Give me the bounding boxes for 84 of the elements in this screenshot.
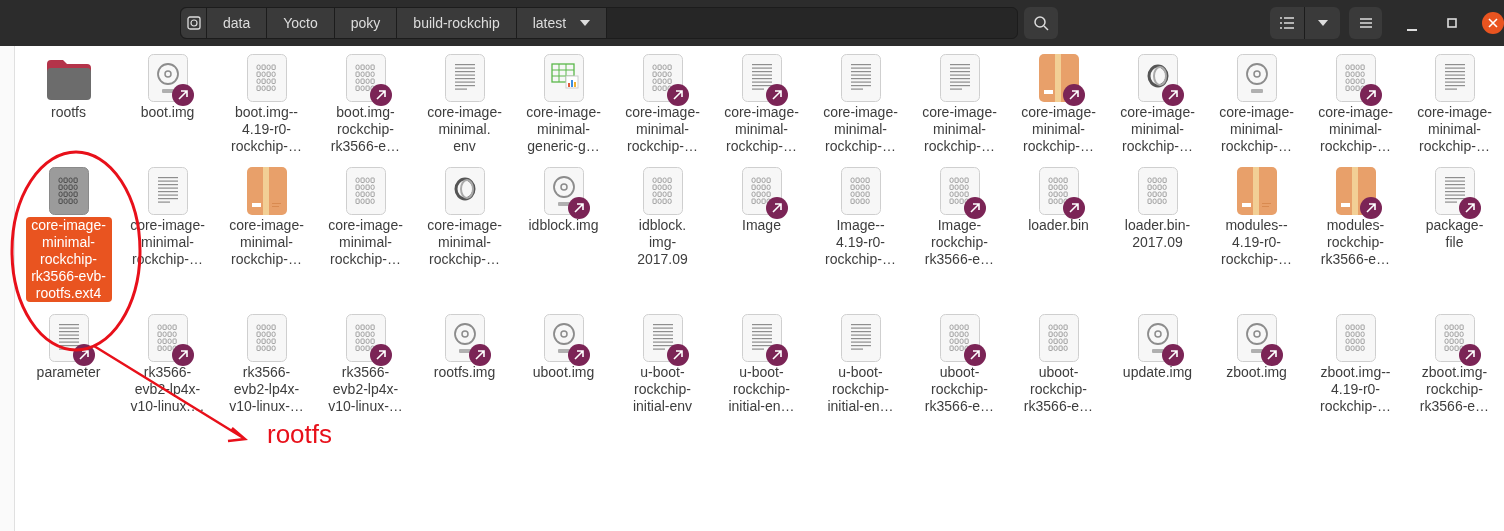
binary-file-icon bbox=[48, 167, 89, 215]
maximize-icon bbox=[1447, 18, 1457, 28]
maximize-button[interactable] bbox=[1444, 15, 1460, 31]
file-name[interactable]: rootfs.img bbox=[417, 364, 512, 381]
drive-glyph-icon bbox=[186, 16, 201, 30]
file-name[interactable]: zboot.img bbox=[1209, 364, 1304, 381]
search-button[interactable] bbox=[1024, 7, 1058, 39]
text-file-icon bbox=[1434, 54, 1475, 102]
file-name[interactable]: boot.img- rockchip- rk3566-e… bbox=[318, 104, 413, 155]
file-name[interactable]: core-image- minimal- rockchip- rk3566-evb- rootfs.ext4 bbox=[25, 217, 112, 302]
file-name[interactable]: boot.img-- 4.19-r0- rockchip-… bbox=[219, 104, 314, 155]
file-name[interactable]: core-image- minimal- rockchip-… bbox=[318, 217, 413, 268]
file-name[interactable]: core-image- minimal- rockchip-… bbox=[219, 217, 314, 268]
text-file-icon bbox=[939, 54, 980, 102]
disc-image-icon bbox=[1236, 54, 1277, 102]
binary-file-icon bbox=[642, 167, 683, 215]
file-name[interactable]: core-image- minimal- rockchip-… bbox=[714, 104, 809, 155]
binary-file-icon bbox=[345, 167, 386, 215]
file-name[interactable]: Image- rockchip- rk3566-e… bbox=[912, 217, 1007, 268]
path-segment[interactable]: Yocto bbox=[267, 8, 335, 38]
menu-button[interactable] bbox=[1349, 7, 1382, 39]
drive-icon[interactable] bbox=[181, 8, 207, 38]
binary-file-icon bbox=[1335, 314, 1376, 362]
file-name[interactable]: uboot.img bbox=[516, 364, 611, 381]
annotation-label: rootfs bbox=[267, 418, 333, 451]
file-name[interactable]: rk3566- evb2-lp4x- v10-linux-… bbox=[219, 364, 314, 415]
file-name[interactable]: Image bbox=[714, 217, 809, 234]
file-name[interactable]: uboot- rockchip- rk3566-e… bbox=[1011, 364, 1106, 415]
file-name[interactable]: core-image- minimal- rockchip-… bbox=[1011, 104, 1106, 155]
file-name[interactable]: package- file bbox=[1407, 217, 1502, 251]
file-name[interactable]: rootfs bbox=[21, 104, 116, 121]
path-segment[interactable]: data bbox=[207, 8, 268, 38]
menu-icon bbox=[1359, 18, 1372, 28]
file-name[interactable]: u-boot- rockchip- initial-en… bbox=[714, 364, 809, 415]
text-file-icon bbox=[840, 54, 881, 102]
path-segment[interactable]: latest bbox=[516, 8, 608, 38]
binary-file-icon bbox=[246, 54, 287, 102]
list-icon bbox=[1280, 17, 1294, 29]
swirl-file-icon bbox=[444, 167, 485, 215]
file-name[interactable]: loader.bin- 2017.09 bbox=[1110, 217, 1205, 251]
file-name[interactable]: u-boot- rockchip- initial-env bbox=[615, 364, 710, 415]
package-icon bbox=[246, 167, 287, 215]
file-name[interactable]: core-image- minimal- rockchip-… bbox=[1209, 104, 1304, 155]
file-name[interactable]: core-image- minimal- rockchip-… bbox=[417, 217, 512, 268]
file-name[interactable]: uboot- rockchip- rk3566-e… bbox=[912, 364, 1007, 415]
minimize-icon bbox=[1407, 29, 1417, 31]
file-name[interactable]: zboot.img-- 4.19-r0- rockchip-… bbox=[1308, 364, 1403, 415]
file-name[interactable]: parameter bbox=[21, 364, 116, 381]
file-name[interactable]: core-image- minimal- rockchip-… bbox=[1308, 104, 1403, 155]
package-icon bbox=[1236, 167, 1277, 215]
close-button[interactable] bbox=[1482, 12, 1504, 34]
file-name[interactable]: idblock. img- 2017.09 bbox=[615, 217, 710, 268]
file-name[interactable]: core-image- minimal- rockchip-… bbox=[1407, 104, 1502, 155]
file-name[interactable]: zboot.img- rockchip- rk3566-e… bbox=[1407, 364, 1502, 415]
text-file-icon bbox=[444, 54, 485, 102]
file-name[interactable]: modules-- 4.19-r0- rockchip-… bbox=[1209, 217, 1304, 268]
binary-file-icon bbox=[1038, 314, 1079, 362]
file-name[interactable]: loader.bin bbox=[1011, 217, 1106, 234]
text-file-icon bbox=[840, 314, 881, 362]
search-icon bbox=[1033, 15, 1049, 31]
binary-file-icon bbox=[1137, 167, 1178, 215]
file-name[interactable]: core-image- minimal- rockchip-… bbox=[813, 104, 908, 155]
path-segment[interactable]: build-rockchip bbox=[397, 8, 517, 38]
spreadsheet-icon bbox=[543, 54, 584, 102]
file-name[interactable]: core-image- minimal. env bbox=[417, 104, 512, 155]
close-icon bbox=[1488, 18, 1498, 28]
file-name[interactable]: core-image- minimal- rockchip-… bbox=[615, 104, 710, 155]
file-name[interactable]: u-boot- rockchip- initial-en… bbox=[813, 364, 908, 415]
file-name[interactable]: boot.img bbox=[120, 104, 215, 121]
path-segment[interactable]: poky bbox=[334, 8, 398, 38]
file-name[interactable]: update.img bbox=[1110, 364, 1205, 381]
file-name[interactable]: core-image- minimal- rockchip-… bbox=[1110, 104, 1205, 155]
caret-icon bbox=[1317, 20, 1328, 26]
folder-icon bbox=[44, 58, 93, 102]
text-file-icon bbox=[147, 167, 188, 215]
binary-file-icon bbox=[246, 314, 287, 362]
file-name[interactable]: Image-- 4.19-r0- rockchip-… bbox=[813, 217, 908, 268]
caret-icon bbox=[580, 20, 591, 26]
binary-file-icon bbox=[840, 167, 881, 215]
file-name[interactable]: modules- rockchip- rk3566-e… bbox=[1308, 217, 1403, 268]
file-name[interactable]: core-image- minimal- rockchip-… bbox=[912, 104, 1007, 155]
file-name[interactable]: rk3566- evb2-lp4x- v10-linux-… bbox=[318, 364, 413, 415]
file-name[interactable]: idblock.img bbox=[516, 217, 611, 234]
file-name[interactable]: core-image- minimal- generic-g… bbox=[516, 104, 611, 155]
